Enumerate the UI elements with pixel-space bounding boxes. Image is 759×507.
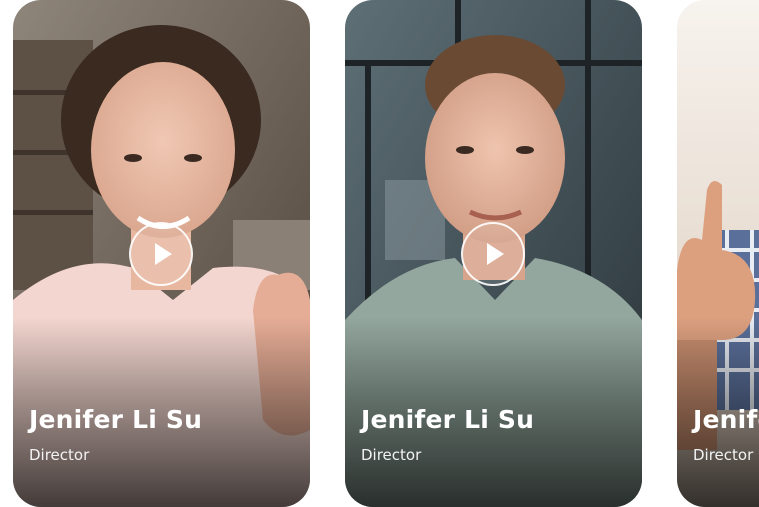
play-button[interactable] xyxy=(129,222,193,286)
video-card[interactable]: Jenifer Li Su Director xyxy=(13,0,310,507)
person-role: Director xyxy=(361,446,422,464)
video-card[interactable]: Jenifer Li Su Director xyxy=(677,0,759,507)
person-role: Director xyxy=(693,446,754,464)
play-icon xyxy=(155,243,172,265)
testimonial-carousel: Jenifer Li Su Director Jenifer Li Su Dir… xyxy=(0,0,759,507)
video-card[interactable]: Jenifer Li Su Director xyxy=(345,0,642,507)
person-role: Director xyxy=(29,446,90,464)
person-name: Jenifer Li Su xyxy=(361,405,535,434)
person-name: Jenifer Li Su xyxy=(693,405,759,434)
play-button[interactable] xyxy=(461,222,525,286)
person-name: Jenifer Li Su xyxy=(29,405,203,434)
play-icon xyxy=(487,243,504,265)
